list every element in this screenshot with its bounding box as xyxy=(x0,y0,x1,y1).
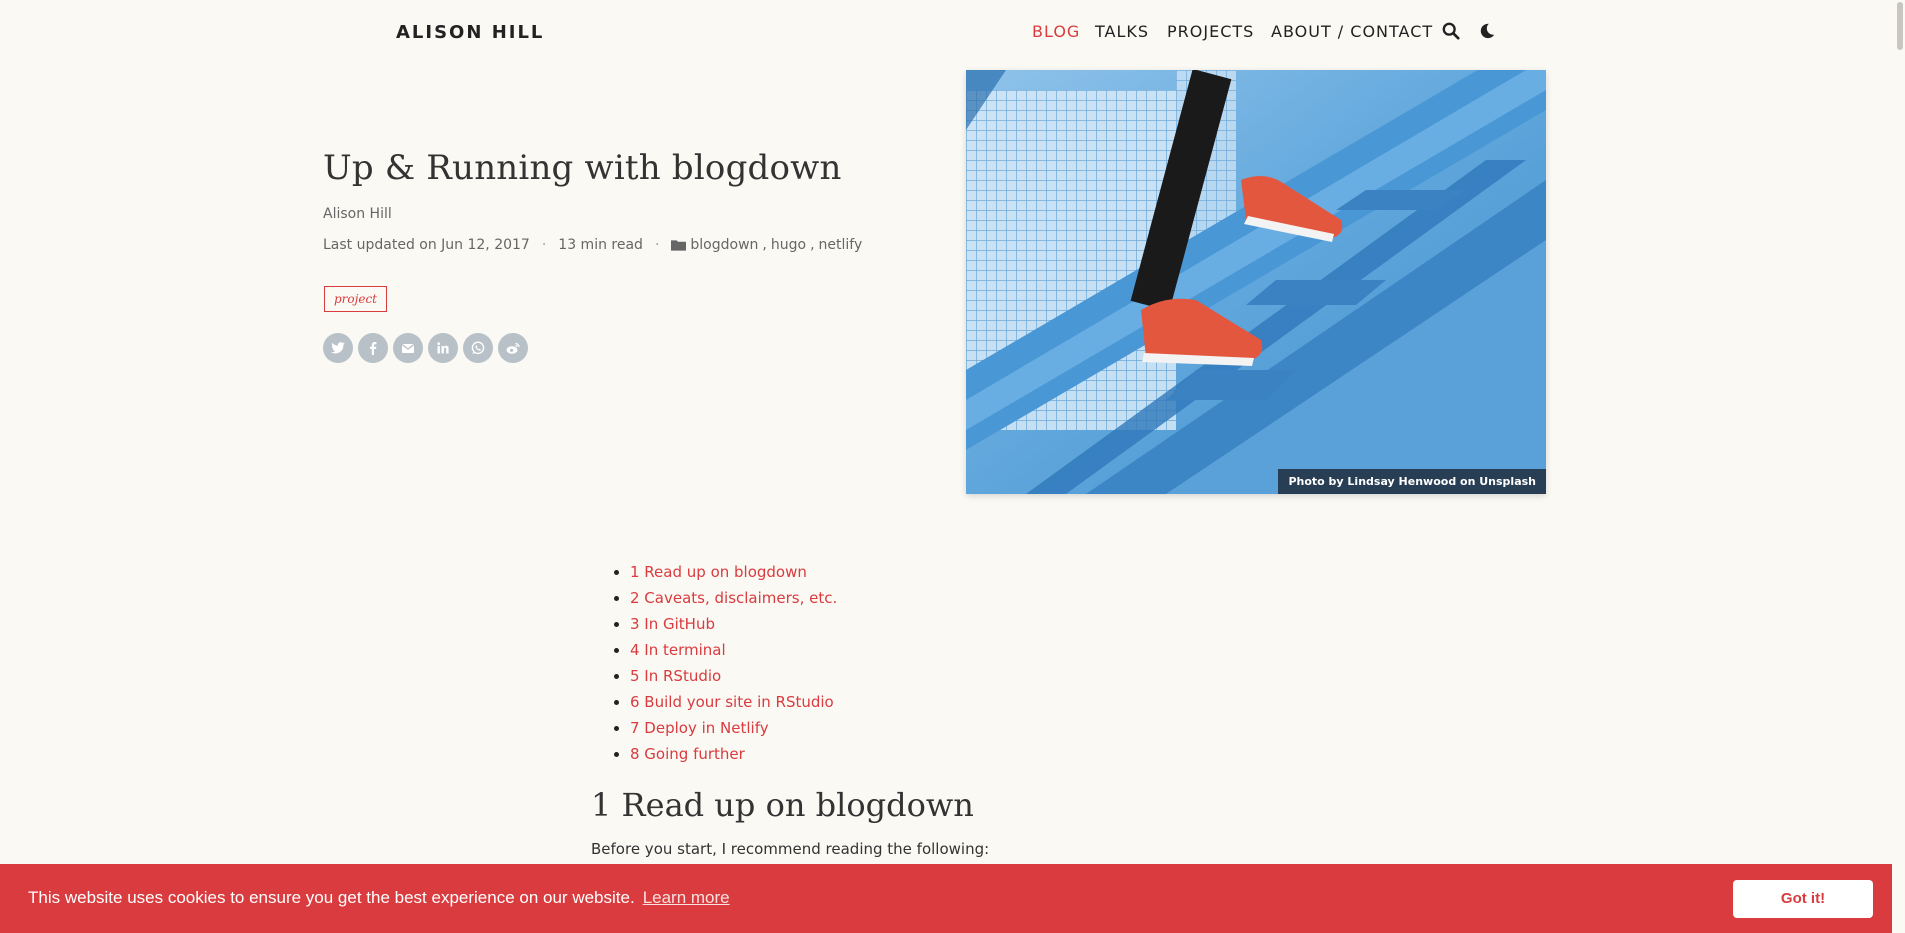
moon-icon[interactable] xyxy=(1478,22,1496,40)
nav-item-blog[interactable]: BLOG xyxy=(1032,22,1080,41)
navbar: ALISON HILL BLOG TALKS PROJECTS ABOUT / … xyxy=(0,0,1892,72)
scroll-thumb[interactable] xyxy=(1897,2,1903,50)
email-icon[interactable] xyxy=(393,333,423,363)
nav-item-about-contact[interactable]: ABOUT / CONTACT xyxy=(1271,22,1433,41)
table-of-contents: 1 Read up on blogdown 2 Caveats, disclai… xyxy=(612,559,837,767)
toc-item: 3 In GitHub xyxy=(630,611,837,637)
toc-item: 2 Caveats, disclaimers, etc. xyxy=(630,585,837,611)
updated-date: Last updated on Jun 12, 2017 xyxy=(323,237,530,253)
stairs-photo xyxy=(966,70,1546,494)
post-title: Up & Running with blogdown xyxy=(323,148,842,188)
folder-icon xyxy=(671,240,687,251)
tag-project[interactable]: project xyxy=(324,286,388,312)
toc-link[interactable]: 7 Deploy in Netlify xyxy=(630,719,769,737)
twitter-icon[interactable] xyxy=(323,333,353,363)
site-brand[interactable]: ALISON HILL xyxy=(396,22,544,43)
nav-item-talks[interactable]: TALKS xyxy=(1095,22,1149,41)
toc-item: 1 Read up on blogdown xyxy=(630,559,837,585)
section-heading: 1 Read up on blogdown xyxy=(591,786,974,824)
share-buttons xyxy=(323,333,528,363)
weibo-icon[interactable] xyxy=(498,333,528,363)
read-time: 13 min read xyxy=(558,237,643,253)
toc-link[interactable]: 8 Going further xyxy=(630,745,745,763)
section-paragraph: Before you start, I recommend reading th… xyxy=(591,840,990,858)
cookie-text: This website uses cookies to ensure you … xyxy=(28,888,635,907)
meta-separator: · xyxy=(654,237,660,253)
scrollbar[interactable] xyxy=(1892,0,1905,933)
toc-link[interactable]: 2 Caveats, disclaimers, etc. xyxy=(630,589,837,607)
featured-image: Photo by Lindsay Henwood on Unsplash xyxy=(966,70,1546,494)
toc-link[interactable]: 6 Build your site in RStudio xyxy=(630,693,834,711)
category-link-netlify[interactable]: netlify xyxy=(819,237,863,253)
toc-link[interactable]: 3 In GitHub xyxy=(630,615,715,633)
toc-link[interactable]: 5 In RStudio xyxy=(630,667,721,685)
category-link-blogdown[interactable]: blogdown xyxy=(690,237,758,253)
nav-menu: BLOG TALKS PROJECTS ABOUT / CONTACT xyxy=(1024,0,1506,72)
post-meta: Last updated on Jun 12, 2017 · 13 min re… xyxy=(323,237,862,253)
facebook-icon[interactable] xyxy=(358,333,388,363)
categories: blogdown, hugo, netlify xyxy=(671,237,862,253)
toc-item: 4 In terminal xyxy=(630,637,837,663)
category-link-hugo[interactable]: hugo xyxy=(771,237,806,253)
toc-item: 6 Build your site in RStudio xyxy=(630,689,837,715)
meta-separator: · xyxy=(541,237,547,253)
whatsapp-icon[interactable] xyxy=(463,333,493,363)
post-author[interactable]: Alison Hill xyxy=(323,206,392,222)
cookie-banner: This website uses cookies to ensure you … xyxy=(0,864,1902,933)
learn-more-link[interactable]: Learn more xyxy=(643,888,730,907)
got-it-button[interactable]: Got it! xyxy=(1733,880,1873,918)
toc-item: 5 In RStudio xyxy=(630,663,837,689)
nav-item-projects[interactable]: PROJECTS xyxy=(1167,22,1254,41)
image-caption: Photo by Lindsay Henwood on Unsplash xyxy=(1278,469,1546,494)
linkedin-icon[interactable] xyxy=(428,333,458,363)
toc-link[interactable]: 1 Read up on blogdown xyxy=(630,563,807,581)
search-icon[interactable] xyxy=(1442,22,1460,40)
toc-item: 8 Going further xyxy=(630,741,837,767)
toc-link[interactable]: 4 In terminal xyxy=(630,641,726,659)
cookie-message: This website uses cookies to ensure you … xyxy=(28,888,730,908)
toc-item: 7 Deploy in Netlify xyxy=(630,715,837,741)
